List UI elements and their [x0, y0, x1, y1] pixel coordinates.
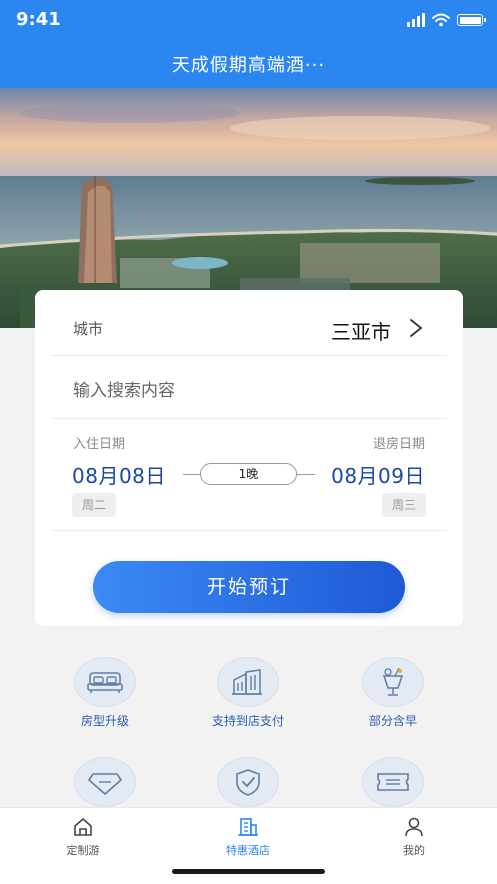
tab-custom-tour[interactable]: 定制游: [23, 817, 143, 858]
feature-room-upgrade: 房型升级: [35, 657, 175, 729]
feature-label: 部分含早: [368, 714, 417, 728]
feature-label: 支持到店支付: [211, 714, 284, 728]
chevron-right-icon[interactable]: [405, 317, 427, 339]
divider: [51, 355, 447, 356]
checkin-label: 入住日期: [73, 437, 126, 452]
diamond-icon: [74, 757, 136, 807]
checkout-weekday: 周三: [382, 493, 426, 517]
status-bar: 9:41: [0, 0, 497, 40]
tab-special-hotels[interactable]: 特惠酒店: [188, 817, 308, 858]
user-icon: [405, 817, 423, 837]
feature-label: 房型升级: [80, 714, 129, 728]
home-indicator: [172, 869, 325, 874]
city-label: 城市: [73, 320, 104, 338]
battery-icon: [457, 14, 486, 26]
checkout-label: 退房日期: [372, 437, 425, 452]
divider: [183, 474, 201, 475]
building-icon: [217, 657, 279, 707]
drink-icon: [362, 657, 424, 707]
checkin-weekday: 周二: [72, 493, 116, 517]
tab-label: 我的: [403, 844, 425, 857]
search-input[interactable]: [73, 376, 413, 406]
feature-guarantee: [178, 757, 318, 807]
tab-label: 特惠酒店: [226, 844, 270, 857]
feature-diamond: [35, 757, 175, 807]
divider: [51, 418, 447, 419]
start-booking-button[interactable]: 开始预订: [93, 561, 405, 613]
wifi-icon: [432, 13, 450, 27]
divider: [297, 474, 315, 475]
shield-check-icon: [217, 757, 279, 807]
checkout-date[interactable]: 08月09日: [331, 460, 425, 489]
city-value[interactable]: 三亚市: [331, 316, 391, 345]
tab-label: 定制游: [66, 844, 100, 857]
status-icons: [407, 11, 486, 29]
hotel-icon: [238, 818, 258, 836]
booking-card: 城市 三亚市 入住日期 退房日期 08月08日 1晚 08月09日 周二 周三 …: [35, 290, 463, 626]
divider: [51, 530, 447, 531]
status-time: 9:41: [16, 9, 61, 30]
feature-breakfast: 部分含早: [323, 657, 463, 729]
nav-bar: 天成假期高端酒···: [0, 40, 497, 88]
page-title: 天成假期高端酒···: [171, 55, 326, 76]
checkin-date[interactable]: 08月08日: [72, 460, 166, 489]
city-selector[interactable]: 城市 三亚市: [35, 290, 463, 356]
ticket-icon: [362, 757, 424, 807]
feature-pay-at-hotel: 支持到店支付: [178, 657, 318, 729]
bed-icon: [74, 657, 136, 707]
home-icon: [74, 818, 92, 836]
feature-ticket: [323, 757, 463, 807]
nights-badge: 1晚: [200, 463, 297, 485]
tab-profile[interactable]: 我的: [354, 817, 474, 858]
signal-icon: [407, 13, 425, 27]
